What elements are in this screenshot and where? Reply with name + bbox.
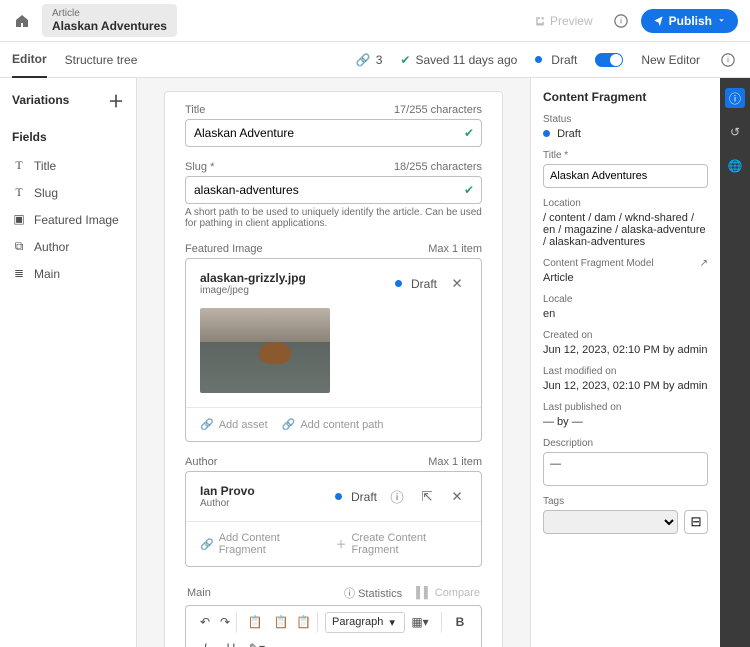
title-field: Title17/255 characters ✔	[185, 104, 482, 147]
help-icon[interactable]: i	[611, 11, 631, 31]
paragraph-select[interactable]: Paragraph▾	[325, 612, 405, 633]
undo-icon[interactable]: ↶	[194, 611, 216, 633]
featured-image-field: Featured ImageMax 1 item alaskan-grizzly…	[185, 243, 482, 442]
italic-icon[interactable]: I	[194, 637, 216, 647]
paste-word-icon[interactable]: 📋	[296, 611, 318, 633]
image-icon: ▣	[12, 212, 26, 227]
breadcrumb-type: Article	[52, 8, 167, 19]
modified-value: Jun 12, 2023, 02:10 PM by admin	[543, 380, 708, 392]
open-author-icon[interactable]: ⇱	[417, 487, 437, 507]
check-icon: ✔	[464, 183, 474, 197]
svg-text:i: i	[620, 16, 622, 25]
underline-icon[interactable]: U	[220, 637, 242, 647]
new-editor-toggle[interactable]	[595, 53, 623, 67]
compare-button: ▌▌ Compare	[416, 587, 480, 599]
editor-area: Title17/255 characters ✔ Slug *18/255 ch…	[137, 78, 530, 647]
fields-header: Fields	[0, 122, 136, 152]
references-count[interactable]: 🔗3	[356, 53, 383, 67]
created-value: Jun 12, 2023, 02:10 PM by admin	[543, 344, 708, 356]
asset-thumbnail[interactable]	[200, 308, 330, 393]
remove-asset-button[interactable]: ✕	[447, 274, 467, 294]
field-nav-main[interactable]: ≣Main	[0, 260, 136, 287]
properties-panel: Content Fragment Status Draft Title * Lo…	[530, 78, 720, 647]
add-content-path-button[interactable]: 🔗 Add content path	[282, 418, 384, 431]
rail-info-icon[interactable]: ⓘ	[725, 88, 745, 108]
remove-author-button[interactable]: ✕	[447, 487, 467, 507]
breadcrumb-title: Alaskan Adventures	[52, 19, 167, 33]
asset-status: Draft	[395, 277, 437, 291]
publish-button[interactable]: Publish	[641, 9, 738, 33]
author-name: Ian Provo	[200, 484, 325, 498]
tab-editor[interactable]: Editor	[12, 42, 47, 78]
draft-status: Draft	[535, 53, 577, 67]
check-icon: ✔	[464, 126, 474, 140]
table-icon[interactable]: ▦▾	[409, 611, 431, 633]
asset-filename: alaskan-grizzly.jpg	[200, 271, 385, 285]
text-icon: T	[12, 158, 26, 173]
add-asset-button[interactable]: 🔗 Add asset	[200, 418, 268, 431]
new-editor-label: New Editor	[641, 53, 700, 67]
locale-value: en	[543, 308, 708, 320]
breadcrumb[interactable]: Article Alaskan Adventures	[42, 4, 177, 37]
variations-header: Variations ＋	[0, 78, 136, 122]
svg-text:i: i	[727, 55, 729, 64]
title-input[interactable]	[185, 119, 482, 147]
rte-toolbar-1: ↶ ↷ 📋 📋 📋 Paragraph▾ ▦▾ B I U ✎▾	[186, 606, 481, 647]
paste-text-icon[interactable]: 📋	[270, 611, 292, 633]
rail-globe-icon[interactable]: 🌐	[725, 156, 745, 176]
top-bar: Article Alaskan Adventures Preview i Pub…	[0, 0, 750, 42]
field-nav-title[interactable]: TTitle	[0, 152, 136, 179]
author-model: Author	[200, 498, 325, 509]
field-nav-featured[interactable]: ▣Featured Image	[0, 206, 136, 233]
status-value: Draft	[543, 128, 708, 140]
open-model-icon[interactable]: ↗	[700, 258, 708, 269]
text-icon: T	[12, 185, 26, 200]
statistics-button[interactable]: ⓘ Statistics	[344, 585, 402, 601]
author-status: Draft	[335, 490, 377, 504]
field-nav-author[interactable]: ⧉Author	[0, 233, 136, 260]
properties-heading: Content Fragment	[543, 90, 708, 104]
bold-icon[interactable]: B	[449, 611, 471, 633]
paste-icon[interactable]: 📋	[244, 611, 266, 633]
description-input[interactable]: —	[543, 452, 708, 486]
published-value: — by —	[543, 416, 708, 428]
home-icon[interactable]	[12, 11, 32, 31]
props-title-input[interactable]	[543, 164, 708, 188]
location-value: / content / dam / wknd-shared / en / mag…	[543, 212, 708, 248]
slug-input[interactable]	[185, 176, 482, 204]
author-field: AuthorMax 1 item Ian Provo Author Draft …	[185, 456, 482, 567]
add-variation-button[interactable]: ＋	[108, 88, 124, 112]
main-field: Main ⓘ Statistics ▌▌ Compare ↶ ↷ 📋 📋 📋 P…	[185, 581, 482, 647]
highlight-icon[interactable]: ✎▾	[246, 637, 268, 647]
slug-help-text: A short path to be used to uniquely iden…	[185, 207, 482, 229]
left-panel: Variations ＋ Fields TTitle TSlug ▣Featur…	[0, 78, 137, 647]
author-info-icon[interactable]: ⓘ	[387, 487, 407, 507]
redo-icon[interactable]: ↷	[220, 611, 237, 633]
tags-select[interactable]	[543, 510, 678, 534]
sub-bar: Editor Structure tree 🔗3 ✔Saved 11 days …	[0, 42, 750, 78]
field-nav-slug[interactable]: TSlug	[0, 179, 136, 206]
add-content-fragment-button[interactable]: 🔗 Add Content Fragment	[200, 532, 321, 556]
tags-browse-button[interactable]: ⊟	[684, 510, 708, 534]
tab-structure[interactable]: Structure tree	[65, 43, 138, 77]
preview-link[interactable]: Preview	[534, 14, 593, 28]
richtext-icon: ≣	[12, 266, 26, 281]
create-content-fragment-button[interactable]: ＋ Create Content Fragment	[335, 532, 467, 556]
right-rail: ⓘ ↺ 🌐	[720, 78, 750, 647]
slug-field: Slug *18/255 characters ✔ A short path t…	[185, 161, 482, 229]
model-value: Article	[543, 272, 708, 284]
info-icon[interactable]: i	[718, 50, 738, 70]
rail-history-icon[interactable]: ↺	[725, 122, 745, 142]
reference-icon: ⧉	[12, 239, 26, 254]
asset-mimetype: image/jpeg	[200, 285, 385, 296]
saved-status: ✔Saved 11 days ago	[400, 53, 517, 67]
